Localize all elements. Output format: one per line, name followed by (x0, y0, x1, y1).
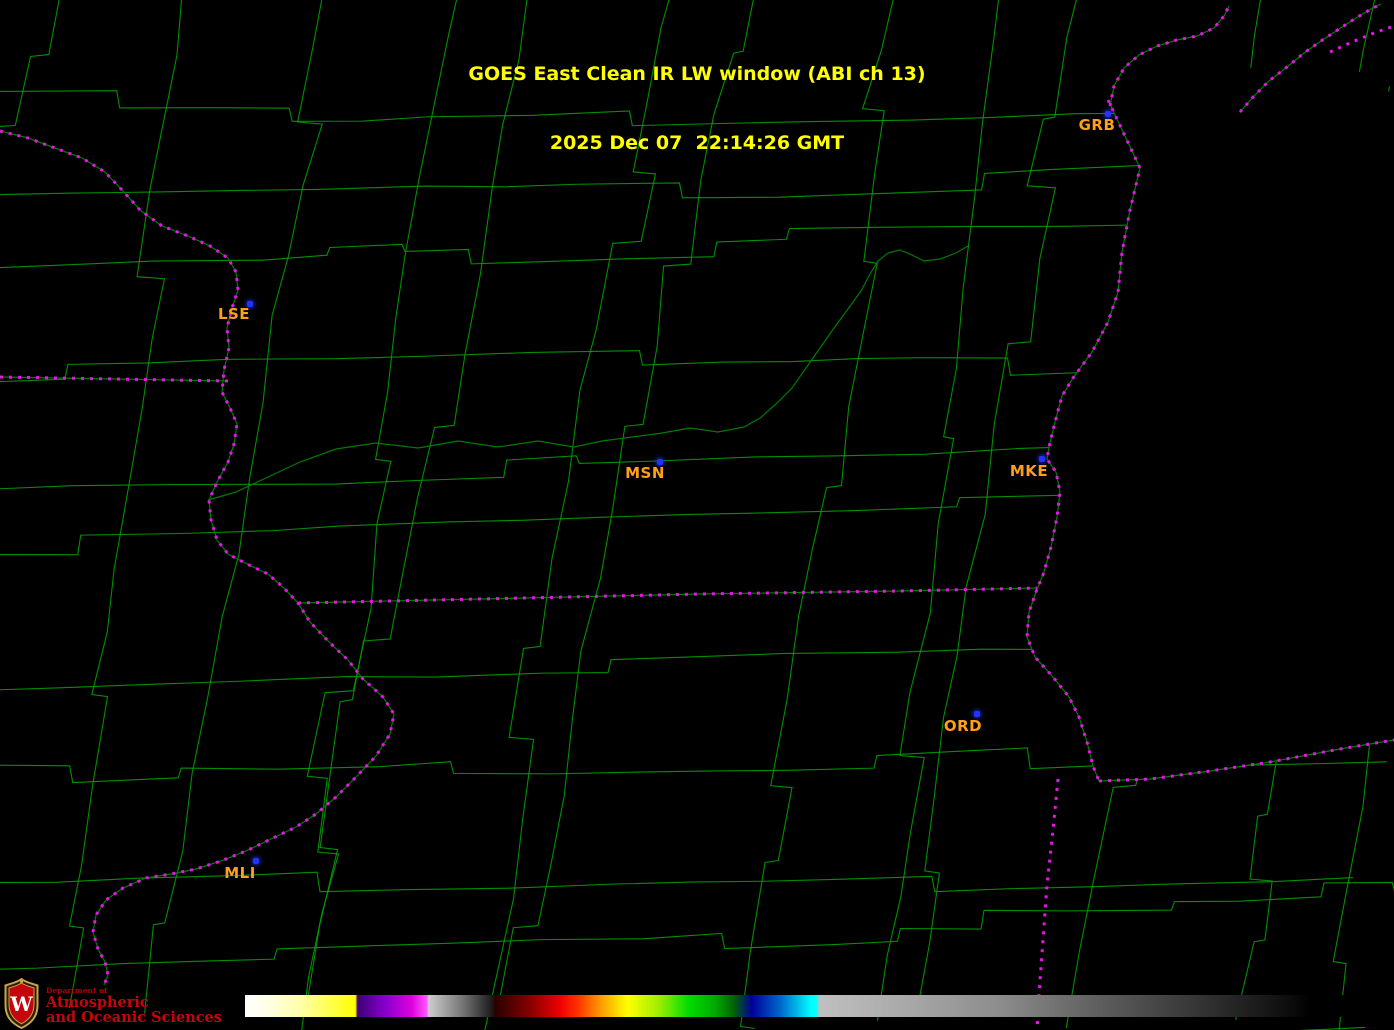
uw-crest-icon: W (4, 978, 39, 1029)
image-title: GOES East Clean IR LW window (ABI ch 13)… (0, 17, 1394, 178)
title-line-1: GOES East Clean IR LW window (ABI ch 13) (468, 63, 926, 85)
logo-line-1: Atmospheric (46, 994, 149, 1011)
logo-line-2: and Oceanic Sciences (46, 1009, 222, 1026)
logo-text: Department of Atmospheric and Oceanic Sc… (46, 986, 222, 1025)
uw-aos-logo: W Department of Atmospheric and Oceanic … (4, 978, 222, 1029)
satellite-viewer-screen: { "window": { "title_line1": "GOES East … (0, 0, 1394, 1030)
title-line-2: 2025 Dec 07 22:14:26 GMT (549, 132, 845, 154)
station-label-ord: ORD (943, 717, 983, 735)
station-label-mli: MLI (224, 864, 256, 882)
crest-monogram: W (9, 992, 33, 1016)
station-label-msn: MSN (625, 464, 665, 482)
logo-department-label: Department of (46, 986, 108, 995)
ir-temperature-colorbar (245, 995, 1394, 1017)
station-label-mke: MKE (1009, 462, 1049, 480)
station-label-lse: LSE (217, 305, 251, 323)
